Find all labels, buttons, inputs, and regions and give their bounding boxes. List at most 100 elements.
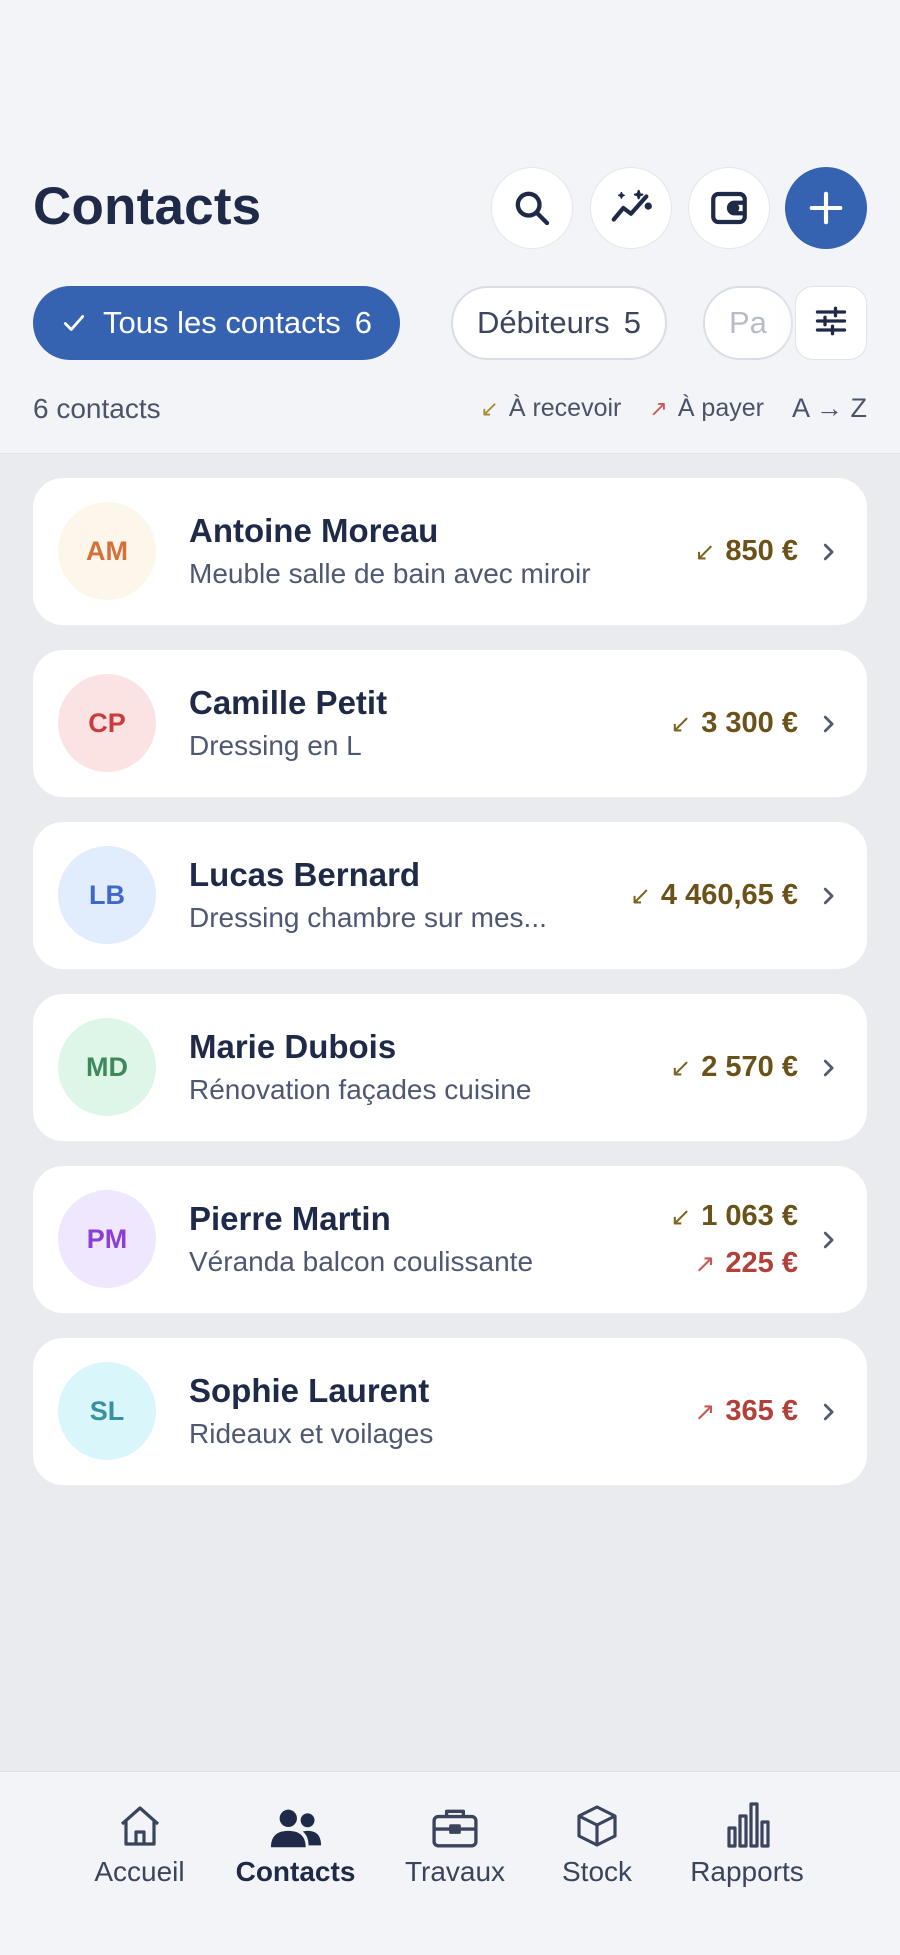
contact-name: Sophie Laurent (189, 1372, 430, 1409)
arrow-down-left-icon: ↙ (480, 395, 499, 421)
nav-item-rapports[interactable]: Rapports (677, 1772, 817, 1888)
chevron-right-icon (819, 478, 837, 625)
search-button[interactable] (491, 167, 573, 249)
page-title: Contacts (33, 177, 262, 236)
arrow-up-right-icon: ↗ (694, 1398, 716, 1426)
amount-pay-value: 225 € (725, 1246, 798, 1279)
nav-item-travaux[interactable]: Travaux (395, 1772, 515, 1888)
amount-receive: ↙ 2 570 € (670, 1044, 798, 1091)
contact-card[interactable]: SL Sophie Laurent Rideaux et voilages ↗ 3… (33, 1338, 867, 1485)
sparkle-chart-icon (608, 185, 654, 231)
chevron-right-icon (819, 994, 837, 1141)
amount-pay-value: 365 € (725, 1395, 798, 1427)
home-icon (115, 1786, 165, 1850)
nav-label: Travaux (404, 1856, 506, 1887)
chip-count: 6 (354, 305, 373, 340)
amounts: ↙ 850 € (694, 478, 798, 625)
contact-card[interactable]: LB Lucas Bernard Dressing chambre sur me… (33, 822, 867, 969)
chevron-right-icon (819, 1166, 837, 1313)
plus-icon (807, 189, 845, 227)
amounts: ↙ 3 300 € (670, 650, 798, 797)
chevron-right-icon (819, 650, 837, 797)
legend: ↙ À recevoir ↗ À payer A → Z (452, 393, 867, 424)
contact-subtitle: Véranda balcon coulissante (189, 1246, 534, 1277)
search-icon (512, 188, 552, 228)
amounts: ↙ 1 063 € ↗ 225 € (670, 1166, 798, 1313)
insights-button[interactable] (590, 167, 672, 249)
arrow-down-left-icon: ↙ (629, 882, 651, 910)
arrow-up-right-icon: ↗ (694, 1249, 716, 1278)
avatar: MD (58, 1018, 156, 1116)
contact-subtitle: Rénovation façades cuisine (189, 1074, 532, 1105)
amount-pay: ↗ 225 € (694, 1240, 798, 1287)
briefcase-icon (429, 1786, 481, 1850)
nav-label: Contacts (235, 1856, 356, 1887)
contact-subtitle: Meuble salle de bain avec miroir (189, 558, 591, 589)
arrow-down-left-icon: ↙ (670, 710, 692, 738)
check-icon (61, 310, 87, 336)
contact-name: Antoine Moreau (189, 512, 439, 549)
legend-receive-label: À recevoir (508, 394, 622, 422)
contact-subtitle: Dressing en L (189, 730, 362, 761)
amount-receive-value: 2 570 € (701, 1051, 798, 1083)
nav-label: Rapports (690, 1856, 804, 1887)
amount-receive: ↙ 850 € (694, 528, 798, 575)
nav-item-contacts[interactable]: Contacts (228, 1772, 363, 1888)
header: Contacts Tous les contacts 6 Débiteurs 5… (0, 0, 900, 454)
legend-pay-label: À payer (677, 394, 764, 422)
chevron-right-icon (819, 822, 837, 969)
amount-receive: ↙ 1 063 € (670, 1193, 798, 1240)
amount-pay: ↗ 365 € (694, 1388, 798, 1435)
avatar: PM (58, 1190, 156, 1288)
nav-label: Stock (561, 1856, 633, 1887)
amount-receive-value: 3 300 € (701, 707, 798, 739)
wallet-icon (708, 187, 750, 229)
nav-label: Accueil (94, 1856, 185, 1887)
contact-card[interactable]: MD Marie Dubois Rénovation façades cuisi… (33, 994, 867, 1141)
filter-chips: Tous les contacts 6 Débiteurs 5 Pa (33, 286, 900, 362)
avatar: SL (58, 1362, 156, 1460)
avatar: CP (58, 674, 156, 772)
amounts: ↗ 365 € (694, 1338, 798, 1485)
chip-label: Débiteurs (477, 305, 610, 340)
chip-debtors[interactable]: Débiteurs 5 (451, 286, 667, 360)
bottom-nav: Accueil Contacts Travaux Stock Rapports (0, 1771, 900, 1955)
bar-chart-icon (723, 1786, 771, 1850)
avatar: LB (58, 846, 156, 944)
wallet-button[interactable] (688, 167, 770, 249)
arrow-down-left-icon: ↙ (694, 538, 716, 566)
box-icon (573, 1786, 621, 1850)
nav-item-accueil[interactable]: Accueil (82, 1772, 197, 1888)
contact-card[interactable]: AM Antoine Moreau Meuble salle de bain a… (33, 478, 867, 625)
contact-name: Pierre Martin (189, 1200, 391, 1237)
amount-receive-value: 4 460,65 € (660, 879, 798, 911)
chip-label: Pa (729, 305, 767, 340)
sort-toggle[interactable]: A → Z (792, 393, 867, 424)
legend-receive: ↙ À recevoir (480, 394, 621, 423)
arrow-down-left-icon: ↙ (670, 1054, 692, 1082)
filter-settings-button[interactable] (795, 286, 867, 360)
contact-name: Camille Petit (189, 684, 388, 721)
chip-all-contacts[interactable]: Tous les contacts 6 (33, 286, 401, 360)
sliders-icon (813, 303, 849, 344)
arrow-down-left-icon: ↙ (670, 1202, 692, 1231)
amount-receive-value: 1 063 € (701, 1199, 798, 1232)
legend-pay: ↗ À payer (649, 394, 764, 423)
contact-card[interactable]: CP Camille Petit Dressing en L ↙ 3 300 € (33, 650, 867, 797)
nav-item-stock[interactable]: Stock (547, 1772, 647, 1888)
contact-card[interactable]: PM Pierre Martin Véranda balcon coulissa… (33, 1166, 867, 1313)
contacts-count: 6 contacts (33, 393, 161, 424)
amount-receive: ↙ 3 300 € (670, 700, 798, 747)
people-icon (269, 1786, 323, 1850)
arrow-up-right-icon: ↗ (649, 395, 668, 421)
add-contact-button[interactable] (785, 167, 867, 249)
chip-label: Tous les contacts (103, 305, 341, 340)
amount-receive-value: 850 € (725, 535, 798, 567)
chip-count: 5 (623, 305, 641, 340)
avatar: AM (58, 502, 156, 600)
contact-subtitle: Dressing chambre sur mes... (189, 902, 547, 933)
contact-name: Lucas Bernard (189, 856, 421, 893)
amounts: ↙ 4 460,65 € (630, 822, 798, 969)
contact-name: Marie Dubois (189, 1028, 397, 1065)
amounts: ↙ 2 570 € (670, 994, 798, 1141)
